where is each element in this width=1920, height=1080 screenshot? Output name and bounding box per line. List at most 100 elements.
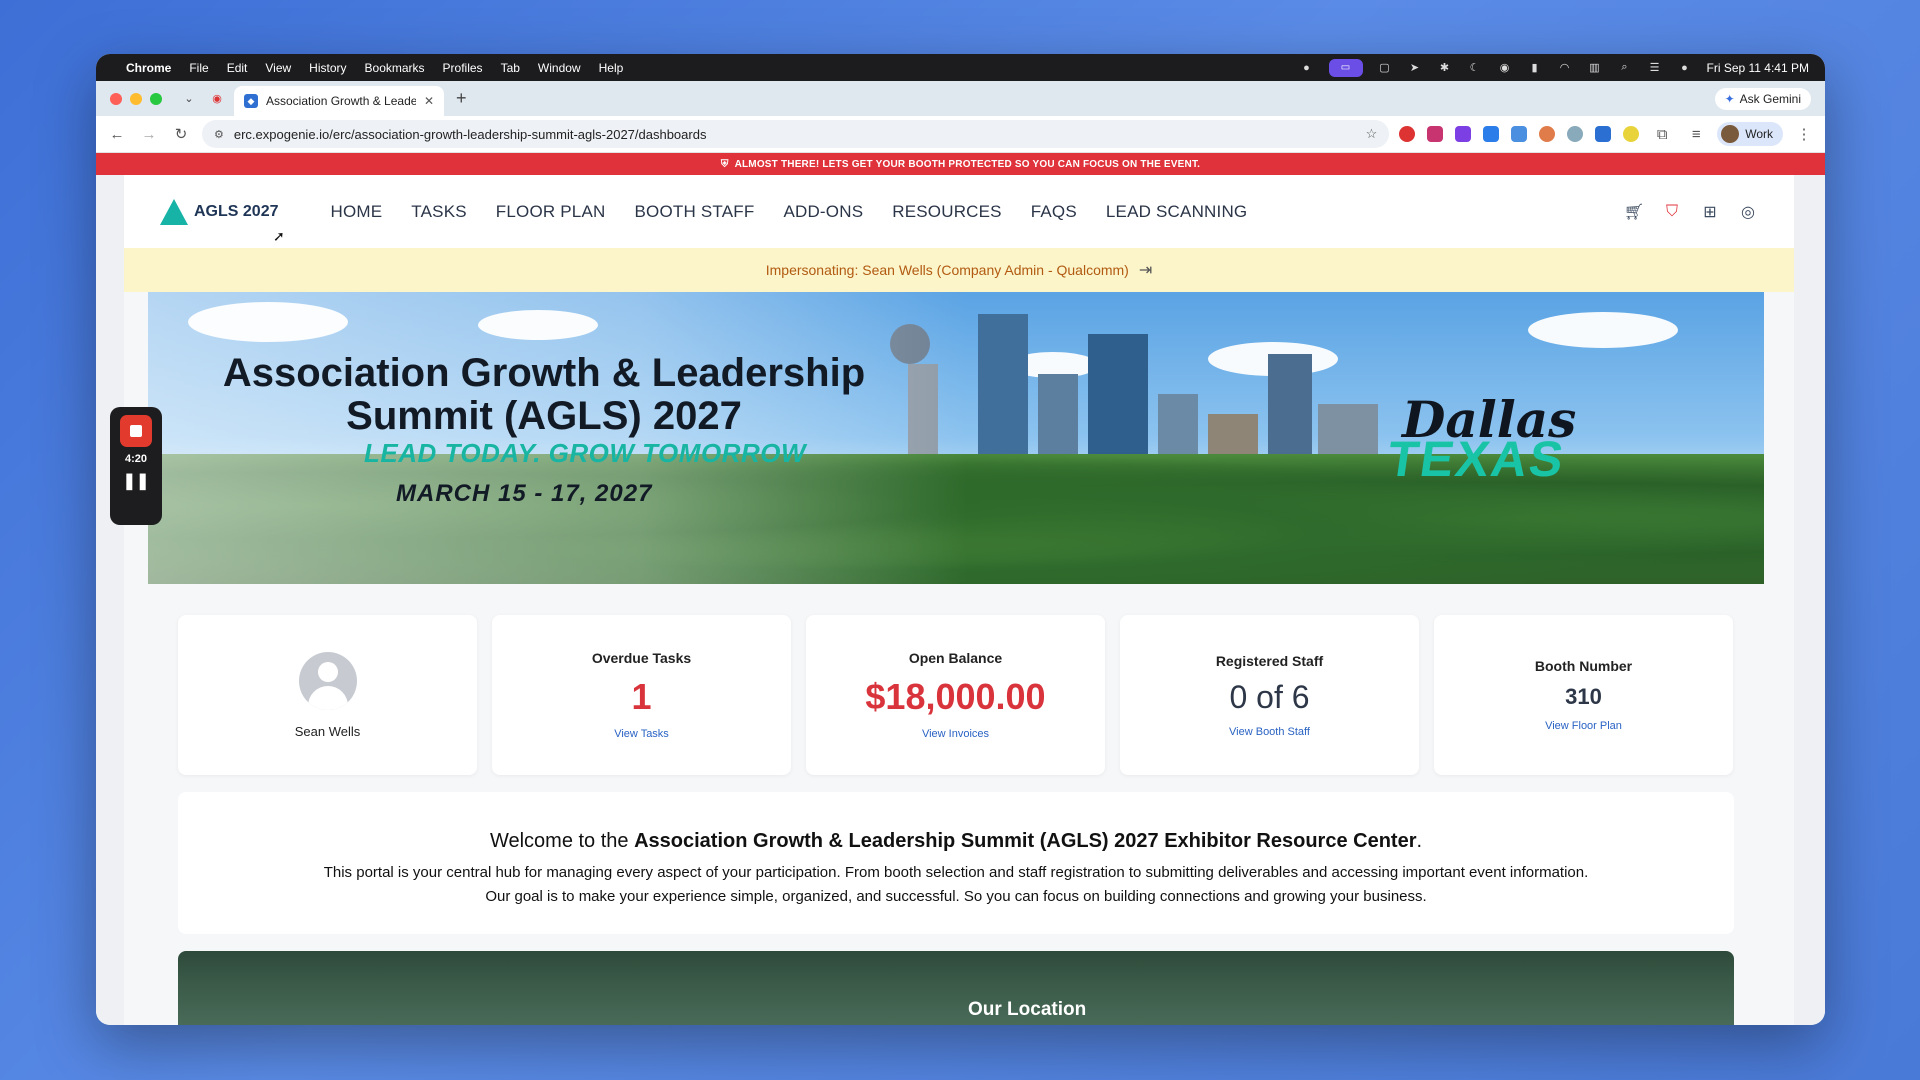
chart-icon[interactable]: ▥ [1587, 62, 1603, 74]
stop-recording-button[interactable] [120, 415, 152, 447]
gemini-sparkle-icon: ✦ [1724, 91, 1735, 106]
ask-gemini-button[interactable]: ✦ Ask Gemini [1714, 87, 1811, 110]
site-settings-icon[interactable]: ⚙ [214, 128, 224, 141]
protection-shield-icon[interactable]: ⛉ [1662, 202, 1682, 222]
alert-text: ALMOST THERE! LETS GET YOUR BOOTH PROTEC… [734, 158, 1201, 170]
battery-icon[interactable]: ▮ [1527, 62, 1543, 74]
nav-floor-plan[interactable]: FLOOR PLAN [496, 202, 606, 222]
address-bar-row: ← → ↻ ⚙ erc.expogenie.io/erc/association… [96, 116, 1825, 153]
nav-home[interactable]: HOME [330, 202, 382, 222]
favicon-icon: ◆ [244, 94, 258, 108]
view-tasks-link[interactable]: View Tasks [614, 728, 669, 740]
exit-impersonation-icon[interactable]: ⇥ [1139, 260, 1152, 280]
bookmark-star-icon[interactable]: ☆ [1366, 126, 1378, 142]
menu-chrome[interactable]: Chrome [126, 61, 171, 75]
traffic-lights [110, 92, 162, 105]
page-content: AGLS 2027 HOME TASKS FLOOR PLAN BOOTH ST… [124, 175, 1794, 1025]
reading-list-icon[interactable]: ≡ [1685, 123, 1707, 145]
menu-help[interactable]: Help [599, 61, 624, 75]
view-booth-staff-link[interactable]: View Booth Staff [1229, 726, 1310, 738]
control-center-icon[interactable]: ☰ [1647, 62, 1663, 74]
browser-tab[interactable]: ◆ Association Growth & Leader ✕ [234, 86, 444, 116]
extension-w-icon[interactable] [1455, 126, 1472, 142]
nav-add-ons[interactable]: ADD-ONS [783, 202, 863, 222]
open-balance-card: Open Balance $18,000.00 View Invoices [806, 615, 1105, 775]
close-tab-icon[interactable]: ✕ [424, 94, 434, 108]
apps-grid-icon[interactable]: ⊞ [1700, 202, 1720, 222]
play-circle-icon[interactable]: ◉ [1497, 62, 1513, 74]
window-icon[interactable]: ▢ [1377, 62, 1393, 74]
ask-gemini-label: Ask Gemini [1739, 91, 1801, 106]
view-invoices-link[interactable]: View Invoices [922, 728, 989, 740]
extensions-row: ⧉ ≡ [1399, 123, 1707, 145]
send-icon[interactable]: ➤ [1407, 62, 1423, 74]
extension-calendar-icon[interactable] [1483, 126, 1500, 142]
booth-number-label: Booth Number [1534, 658, 1633, 674]
menu-file[interactable]: File [189, 61, 208, 75]
microphone-icon[interactable]: ● [1299, 62, 1315, 74]
record-indicator-icon[interactable]: ◉ [206, 88, 228, 110]
nav-booth-staff[interactable]: BOOTH STAFF [634, 202, 754, 222]
minimize-window-button[interactable] [130, 92, 142, 105]
account-icon[interactable]: ◎ [1738, 202, 1758, 222]
moon-icon[interactable]: ☾ [1467, 62, 1483, 74]
menu-bookmarks[interactable]: Bookmarks [365, 61, 425, 75]
sparkle-icon[interactable]: ✱ [1437, 62, 1453, 74]
profile-button[interactable]: Work [1717, 122, 1783, 146]
welcome-line-1: This portal is your central hub for mana… [323, 864, 1589, 881]
extension-flag-icon[interactable] [1595, 126, 1612, 142]
cart-icon[interactable]: 🛒︎ [1624, 202, 1644, 222]
close-window-button[interactable] [110, 92, 122, 105]
location-section: Our Location [178, 951, 1734, 1025]
impersonation-banner: Impersonating: Sean Wells (Company Admin… [124, 248, 1794, 292]
site-logo[interactable]: AGLS 2027 [160, 198, 278, 225]
menu-tab[interactable]: Tab [501, 61, 520, 75]
maximize-window-button[interactable] [150, 92, 162, 105]
menu-history[interactable]: History [309, 61, 346, 75]
menu-window[interactable]: Window [538, 61, 581, 75]
back-icon[interactable]: ← [106, 123, 128, 145]
stop-icon [130, 425, 142, 437]
nav-faqs[interactable]: FAQS [1031, 202, 1077, 222]
hero-dates: MARCH 15 - 17, 2027 [396, 480, 653, 507]
nav-tasks[interactable]: TASKS [411, 202, 466, 222]
extension-star-icon[interactable] [1623, 126, 1640, 142]
registered-staff-label: Registered Staff [1215, 652, 1324, 669]
extension-ghost-icon[interactable] [1427, 126, 1444, 142]
extension-doc-icon[interactable] [1511, 126, 1528, 142]
nav-lead-scanning[interactable]: LEAD SCANNING [1106, 202, 1247, 222]
menu-profiles[interactable]: Profiles [443, 61, 483, 75]
main-nav: HOME TASKS FLOOR PLAN BOOTH STAFF ADD-ON… [330, 202, 1247, 222]
welcome-line-2: Our goal is to make your experience simp… [485, 888, 1427, 905]
extensions-puzzle-icon[interactable]: ⧉ [1651, 123, 1673, 145]
menu-edit[interactable]: Edit [227, 61, 248, 75]
avatar-body [307, 685, 348, 710]
menu-view[interactable]: View [265, 61, 291, 75]
more-menu-icon[interactable]: ⋮ [1793, 123, 1815, 145]
extension-claude-icon[interactable] [1539, 126, 1556, 142]
view-floor-plan-link[interactable]: View Floor Plan [1545, 720, 1622, 732]
wifi-icon[interactable]: ◠ [1557, 62, 1573, 74]
pause-recording-icon[interactable]: ❚❚ [123, 471, 150, 491]
user-name: Sean Wells [294, 723, 361, 739]
extension-globe-icon[interactable] [1567, 126, 1584, 142]
clock[interactable]: Fri Sep 11 4:41 PM [1707, 61, 1810, 75]
forward-icon[interactable]: → [138, 123, 160, 145]
url-text[interactable]: erc.expogenie.io/erc/association-growth-… [234, 127, 1356, 142]
recording-timer: 4:20 [124, 453, 148, 465]
welcome-event-name: Association Growth & Leadership Summit (… [634, 830, 1417, 852]
registered-staff-card: Registered Staff 0 of 6 View Booth Staff [1120, 615, 1419, 775]
chevron-down-icon[interactable]: ⌄ [178, 88, 200, 110]
search-icon[interactable]: ⌕ [1617, 61, 1633, 74]
avatar[interactable] [298, 651, 357, 710]
extension-adblock-icon[interactable] [1399, 126, 1416, 142]
screen-record-icon[interactable]: ▭ [1328, 58, 1363, 77]
user-icon[interactable]: ● [1677, 62, 1693, 74]
registered-staff-value: 0 of 6 [1229, 678, 1310, 715]
welcome-card: Welcome to the Association Growth & Lead… [178, 792, 1734, 934]
nav-resources[interactable]: RESOURCES [892, 202, 1002, 222]
new-tab-icon[interactable]: + [456, 88, 467, 109]
reload-icon[interactable]: ↻ [170, 123, 192, 145]
address-bar[interactable]: ⚙ erc.expogenie.io/erc/association-growt… [202, 120, 1390, 148]
alert-banner[interactable]: ⛨ ALMOST THERE! LETS GET YOUR BOOTH PROT… [96, 153, 1825, 175]
